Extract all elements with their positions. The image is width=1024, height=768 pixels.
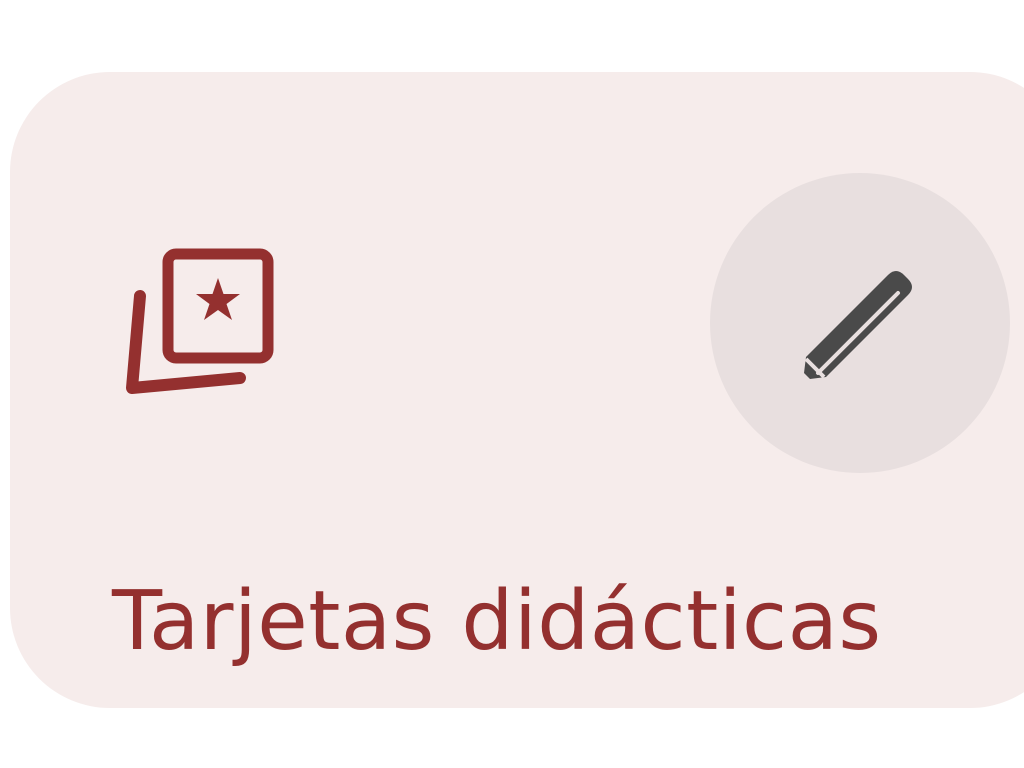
pencil-icon [804,271,912,379]
flashcards-card[interactable]: Tarjetas didácticas [10,72,1024,708]
card-label: Tarjetas didácticas [112,574,882,669]
edit-button[interactable] [710,173,1010,473]
flashcards-icon [122,244,282,404]
